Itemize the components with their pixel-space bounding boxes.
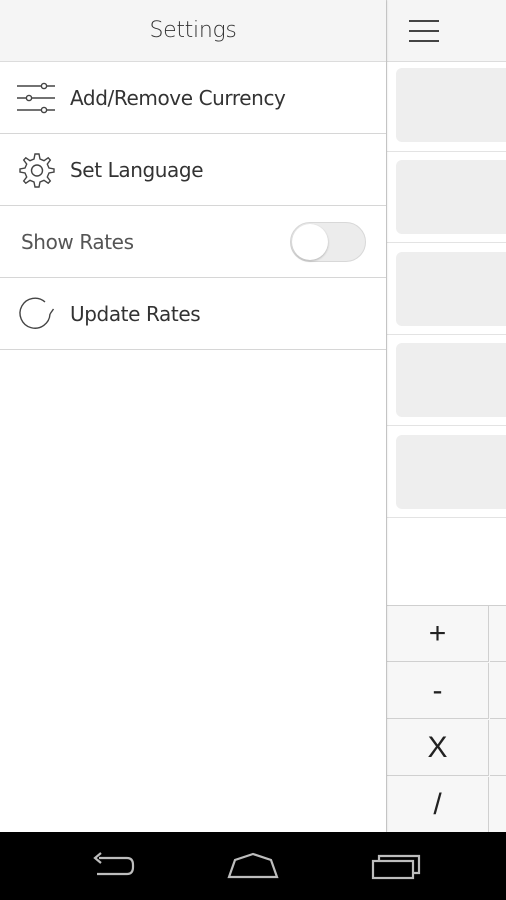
minus-key[interactable]: - bbox=[387, 663, 489, 719]
divide-key[interactable]: / bbox=[387, 777, 489, 833]
back-icon[interactable] bbox=[82, 846, 142, 886]
home-icon[interactable] bbox=[223, 846, 283, 886]
keypad-key[interactable] bbox=[490, 777, 506, 833]
main-header bbox=[387, 0, 506, 62]
sliders-icon bbox=[14, 76, 58, 120]
recent-apps-icon[interactable] bbox=[365, 846, 425, 886]
divider bbox=[387, 334, 506, 335]
currency-card[interactable] bbox=[396, 252, 506, 326]
hamburger-menu-icon[interactable] bbox=[409, 20, 439, 42]
update-rates-item[interactable]: Update Rates bbox=[0, 278, 386, 350]
currency-card[interactable] bbox=[396, 435, 506, 509]
keypad: + - X / bbox=[387, 605, 506, 833]
toggle-knob bbox=[292, 224, 328, 260]
main-panel: + - X / bbox=[386, 0, 506, 833]
divider bbox=[387, 425, 506, 426]
drawer-title: Settings bbox=[0, 0, 386, 62]
set-language-label: Set Language bbox=[70, 157, 204, 182]
divider bbox=[387, 242, 506, 243]
set-language-item[interactable]: Set Language bbox=[0, 134, 386, 206]
add-remove-currency-item[interactable]: Add/Remove Currency bbox=[0, 62, 386, 134]
keypad-key[interactable] bbox=[490, 720, 506, 776]
show-rates-label: Show Rates bbox=[21, 229, 134, 254]
divider bbox=[387, 517, 506, 518]
settings-drawer: Settings Add/Remove Currency Set Languag… bbox=[0, 0, 386, 832]
keypad-key[interactable] bbox=[490, 663, 506, 719]
update-rates-label: Update Rates bbox=[70, 301, 201, 326]
show-rates-toggle[interactable] bbox=[290, 222, 366, 262]
currency-card[interactable] bbox=[396, 68, 506, 142]
keypad-key[interactable] bbox=[490, 606, 506, 662]
currency-card[interactable] bbox=[396, 160, 506, 234]
refresh-icon bbox=[14, 292, 58, 336]
add-remove-currency-label: Add/Remove Currency bbox=[70, 85, 286, 110]
multiply-key[interactable]: X bbox=[387, 720, 489, 776]
plus-key[interactable]: + bbox=[387, 606, 489, 662]
gear-icon bbox=[14, 148, 58, 192]
system-navbar bbox=[0, 832, 506, 900]
divider bbox=[387, 151, 506, 152]
currency-card[interactable] bbox=[396, 343, 506, 417]
show-rates-item: Show Rates bbox=[0, 206, 386, 278]
